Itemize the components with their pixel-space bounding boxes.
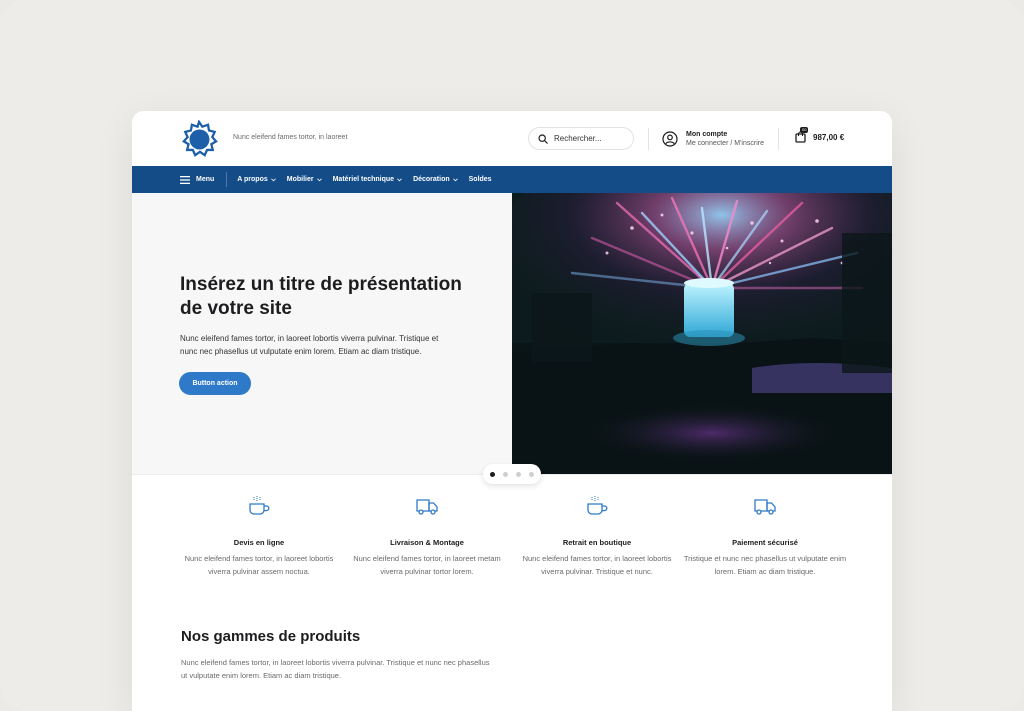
- feature-livraison: Livraison & Montage Nunc eleifend fames …: [342, 495, 512, 578]
- nav-item-label: Soldes: [468, 176, 492, 183]
- cup-icon: [587, 496, 608, 515]
- logo-icon[interactable]: [180, 120, 218, 158]
- hero-title: Insérez un titre de présentation de votr…: [180, 274, 462, 319]
- hero-text-panel: Insérez un titre de présentation de votr…: [132, 193, 512, 474]
- nav-item-mobilier[interactable]: Mobilier: [287, 176, 322, 183]
- feature-devis: Devis en ligne Nunc eleifend fames torto…: [174, 495, 344, 578]
- account-link[interactable]: Mon compte Me connecter / M'inscrire: [662, 130, 764, 148]
- cup-icon: [249, 496, 270, 515]
- feature-text: Nunc eleifend fames tortor, in laoreet l…: [184, 554, 334, 576]
- nav-item-label: A propos: [237, 176, 268, 183]
- nav-item-a-propos[interactable]: A propos: [237, 176, 276, 183]
- feature-text: Tristique et nunc nec phasellus ut vulpu…: [683, 554, 847, 576]
- nav-item-label: Matériel technique: [332, 176, 395, 183]
- slider-pagination: [483, 464, 541, 484]
- chevron-down-icon: [270, 177, 276, 181]
- site-header: Nunc eleifend fames tortor, in laoreet M…: [132, 111, 892, 166]
- cart-button[interactable]: 00 987,00 €: [795, 127, 845, 143]
- feature-retrait: Retrait en boutique Nunc eleifend fames …: [512, 495, 682, 578]
- search-icon: [538, 133, 548, 144]
- slider-dot-3[interactable]: [516, 471, 521, 477]
- nav-divider: [226, 172, 228, 187]
- feature-title: Livraison & Montage: [390, 538, 464, 547]
- slider-dot-2[interactable]: [503, 471, 508, 477]
- hero-action-button[interactable]: Button action: [179, 372, 251, 395]
- cart-count-badge: 00: [800, 127, 809, 133]
- menu-label: Menu: [196, 176, 215, 183]
- nav-item-soldes[interactable]: Soldes: [469, 176, 492, 183]
- slider-dot-1[interactable]: [490, 471, 495, 477]
- feature-title: Devis en ligne: [233, 538, 285, 547]
- feature-text: Nunc eleifend fames tortor, in laoreet m…: [353, 554, 501, 576]
- feature-title: Paiement sécurisé: [732, 538, 798, 547]
- nav-item-label: Mobilier: [286, 176, 314, 183]
- products-section-text: Nunc eleifend fames tortor, in laoreet l…: [181, 658, 490, 680]
- website-preview: Nunc eleifend fames tortor, in laoreet M…: [132, 111, 892, 711]
- hero-description: Nunc eleifend fames tortor, in laoreet l…: [180, 334, 439, 356]
- chevron-down-icon: [452, 177, 458, 181]
- account-login-link[interactable]: Me connecter / M'inscrire: [686, 139, 764, 148]
- account-title: Mon compte: [686, 131, 728, 138]
- truck-icon: [754, 499, 776, 515]
- header-divider: [648, 128, 649, 150]
- site-tagline: Nunc eleifend fames tortor, in laoreet: [233, 134, 348, 141]
- cart-amount: 987,00 €: [813, 132, 845, 142]
- chevron-down-icon: [397, 177, 402, 181]
- chevron-down-icon: [316, 177, 322, 181]
- slider-dot-4[interactable]: [529, 471, 534, 477]
- feature-text: Nunc eleifend fames tortor, in laoreet l…: [522, 554, 672, 576]
- main-navigation: Menu A propos Mobilier Matériel techniqu…: [132, 166, 892, 193]
- hero-image: [512, 193, 892, 474]
- nav-item-materiel-technique[interactable]: Matériel technique: [333, 176, 402, 183]
- search-input[interactable]: [554, 134, 624, 143]
- hamburger-icon: [180, 175, 190, 184]
- nav-item-label: Décoration: [413, 176, 450, 183]
- search-box[interactable]: [528, 127, 634, 150]
- feature-title: Retrait en boutique: [562, 538, 632, 547]
- products-section-title: Nos gammes de produits: [181, 628, 361, 645]
- nav-item-decoration[interactable]: Décoration: [413, 176, 458, 183]
- truck-icon: [416, 499, 438, 515]
- menu-button[interactable]: Menu: [180, 175, 215, 184]
- header-divider: [778, 128, 779, 150]
- disco-light-photo: [512, 193, 892, 474]
- feature-paiement: Paiement sécurisé Tristique et nunc nec …: [680, 495, 850, 578]
- user-icon: [662, 131, 678, 147]
